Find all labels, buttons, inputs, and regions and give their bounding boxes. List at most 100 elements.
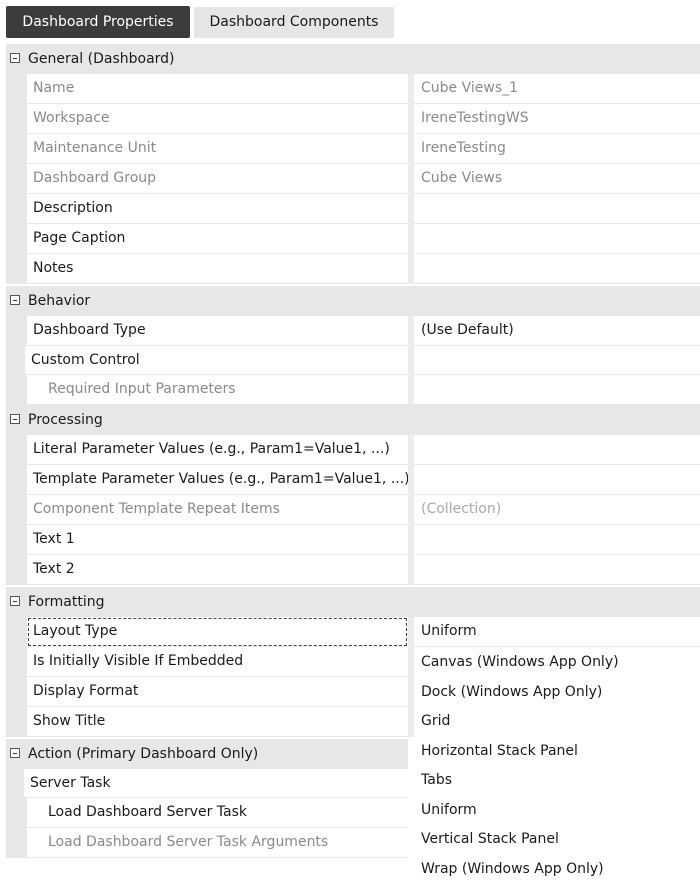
property-row-page-caption[interactable]: Page Caption xyxy=(6,224,700,254)
property-name: Workspace xyxy=(27,104,408,134)
row-gutter xyxy=(6,435,27,465)
property-row-required-input-parameters[interactable]: Required Input Parameters xyxy=(6,375,700,405)
property-row-text-1[interactable]: Text 1 xyxy=(6,525,700,555)
row-gutter xyxy=(6,798,27,828)
dropdown-option[interactable]: Wrap (Windows App Only) xyxy=(414,855,700,884)
row-gutter xyxy=(6,316,27,346)
property-value[interactable]: Cube Views_1 xyxy=(414,74,700,104)
property-row-layout-type[interactable]: Layout Type Uniform xyxy=(6,617,700,647)
property-row-dashboard-group[interactable]: Dashboard Group Cube Views xyxy=(6,164,700,194)
property-name: Required Input Parameters xyxy=(27,375,408,405)
property-row-component-template-repeat-items[interactable]: Component Template Repeat Items (Collect… xyxy=(6,495,700,525)
property-value[interactable] xyxy=(414,465,700,495)
property-name: Layout Type xyxy=(27,617,408,647)
property-value[interactable]: IreneTesting xyxy=(414,134,700,164)
dropdown-option[interactable]: Uniform xyxy=(414,796,700,826)
tab-dashboard-components[interactable]: Dashboard Components xyxy=(194,7,394,38)
property-name: Load Dashboard Server Task Arguments xyxy=(27,828,408,858)
category-label: General (Dashboard) xyxy=(28,51,175,67)
property-row-template-parameter-values[interactable]: Template Parameter Values (e.g., Param1=… xyxy=(6,465,700,495)
row-gutter xyxy=(6,104,27,134)
collapse-icon[interactable] xyxy=(10,53,20,63)
property-value[interactable] xyxy=(414,525,700,555)
property-row-custom-control[interactable]: Custom Control xyxy=(6,346,700,375)
tab-strip: Dashboard Properties Dashboard Component… xyxy=(0,0,700,43)
property-value[interactable] xyxy=(414,346,700,375)
property-name: Description xyxy=(27,194,408,224)
property-value[interactable] xyxy=(414,254,700,284)
property-name: Maintenance Unit xyxy=(27,134,408,164)
property-value[interactable] xyxy=(414,194,700,224)
property-row-load-dashboard-server-task-arguments[interactable]: Load Dashboard Server Task Arguments xyxy=(6,828,408,858)
property-value[interactable]: (Use Default) xyxy=(414,316,700,346)
property-row-text-2[interactable]: Text 2 xyxy=(6,555,700,585)
collapse-icon[interactable] xyxy=(10,414,20,424)
category-action[interactable]: Action (Primary Dashboard Only) xyxy=(6,739,408,769)
row-gutter xyxy=(6,769,24,798)
property-row-literal-parameter-values[interactable]: Literal Parameter Values (e.g., Param1=V… xyxy=(6,435,700,465)
dropdown-option[interactable]: Horizontal Stack Panel xyxy=(414,737,700,767)
property-name: Is Initially Visible If Embedded xyxy=(27,647,408,677)
property-name: Custom Control xyxy=(25,346,408,375)
dropdown-option[interactable]: Canvas (Windows App Only) xyxy=(414,648,700,678)
row-gutter xyxy=(6,647,27,677)
row-gutter xyxy=(6,254,27,284)
property-name: Dashboard Group xyxy=(27,164,408,194)
property-name: Display Format xyxy=(27,677,408,707)
tab-dashboard-properties[interactable]: Dashboard Properties xyxy=(6,6,190,38)
dropdown-option[interactable]: Grid xyxy=(414,707,700,737)
property-name: Notes xyxy=(27,254,408,284)
property-value[interactable]: IreneTestingWS xyxy=(414,104,700,134)
property-name: Component Template Repeat Items xyxy=(27,495,408,525)
property-row-notes[interactable]: Notes xyxy=(6,254,700,284)
row-gutter xyxy=(6,525,27,555)
property-name: Show Title xyxy=(27,707,408,737)
row-gutter xyxy=(6,707,27,737)
category-formatting[interactable]: Formatting xyxy=(6,587,700,617)
property-value[interactable]: (Collection) xyxy=(414,495,700,525)
property-row-name[interactable]: Name Cube Views_1 xyxy=(6,74,700,104)
category-processing[interactable]: Processing xyxy=(6,405,700,435)
row-gutter xyxy=(6,194,27,224)
property-row-maintenance-unit[interactable]: Maintenance Unit IreneTesting xyxy=(6,134,700,164)
property-name: Dashboard Type xyxy=(27,316,408,346)
category-label: Formatting xyxy=(28,594,105,610)
category-label: Behavior xyxy=(28,293,91,309)
row-gutter xyxy=(6,224,27,254)
row-gutter xyxy=(6,164,27,194)
property-value[interactable] xyxy=(414,435,700,465)
row-gutter xyxy=(6,828,27,858)
property-name: Text 2 xyxy=(27,555,408,585)
row-gutter xyxy=(6,346,25,375)
collapse-icon[interactable] xyxy=(10,748,20,758)
property-name: Load Dashboard Server Task xyxy=(27,798,408,828)
property-value[interactable]: Cube Views xyxy=(414,164,700,194)
row-gutter xyxy=(6,465,27,495)
property-name: Template Parameter Values (e.g., Param1=… xyxy=(27,465,408,495)
property-value[interactable] xyxy=(414,224,700,254)
property-name: Name xyxy=(27,74,408,104)
property-row-server-task[interactable]: Server Task xyxy=(6,769,408,798)
row-gutter xyxy=(6,677,27,707)
dropdown-option[interactable]: Dock (Windows App Only) xyxy=(414,678,700,708)
category-general[interactable]: General (Dashboard) xyxy=(6,44,700,74)
property-row-dashboard-type[interactable]: Dashboard Type (Use Default) xyxy=(6,316,700,346)
row-gutter xyxy=(6,375,27,405)
dropdown-option[interactable]: Tabs xyxy=(414,766,700,796)
property-name: Server Task xyxy=(24,769,408,798)
row-gutter xyxy=(6,495,27,525)
property-row-load-dashboard-server-task[interactable]: Load Dashboard Server Task xyxy=(6,798,408,828)
property-name: Page Caption xyxy=(27,224,408,254)
category-behavior[interactable]: Behavior xyxy=(6,286,700,316)
dropdown-option[interactable]: Vertical Stack Panel xyxy=(414,825,700,855)
property-value[interactable] xyxy=(414,555,700,585)
collapse-icon[interactable] xyxy=(10,295,20,305)
collapse-icon[interactable] xyxy=(10,596,20,606)
property-row-workspace[interactable]: Workspace IreneTestingWS xyxy=(6,104,700,134)
layout-type-select[interactable]: Uniform xyxy=(414,617,700,647)
property-row-description[interactable]: Description xyxy=(6,194,700,224)
row-gutter xyxy=(6,555,27,585)
row-gutter xyxy=(6,134,27,164)
property-name: Text 1 xyxy=(27,525,408,555)
property-value[interactable] xyxy=(414,375,700,405)
